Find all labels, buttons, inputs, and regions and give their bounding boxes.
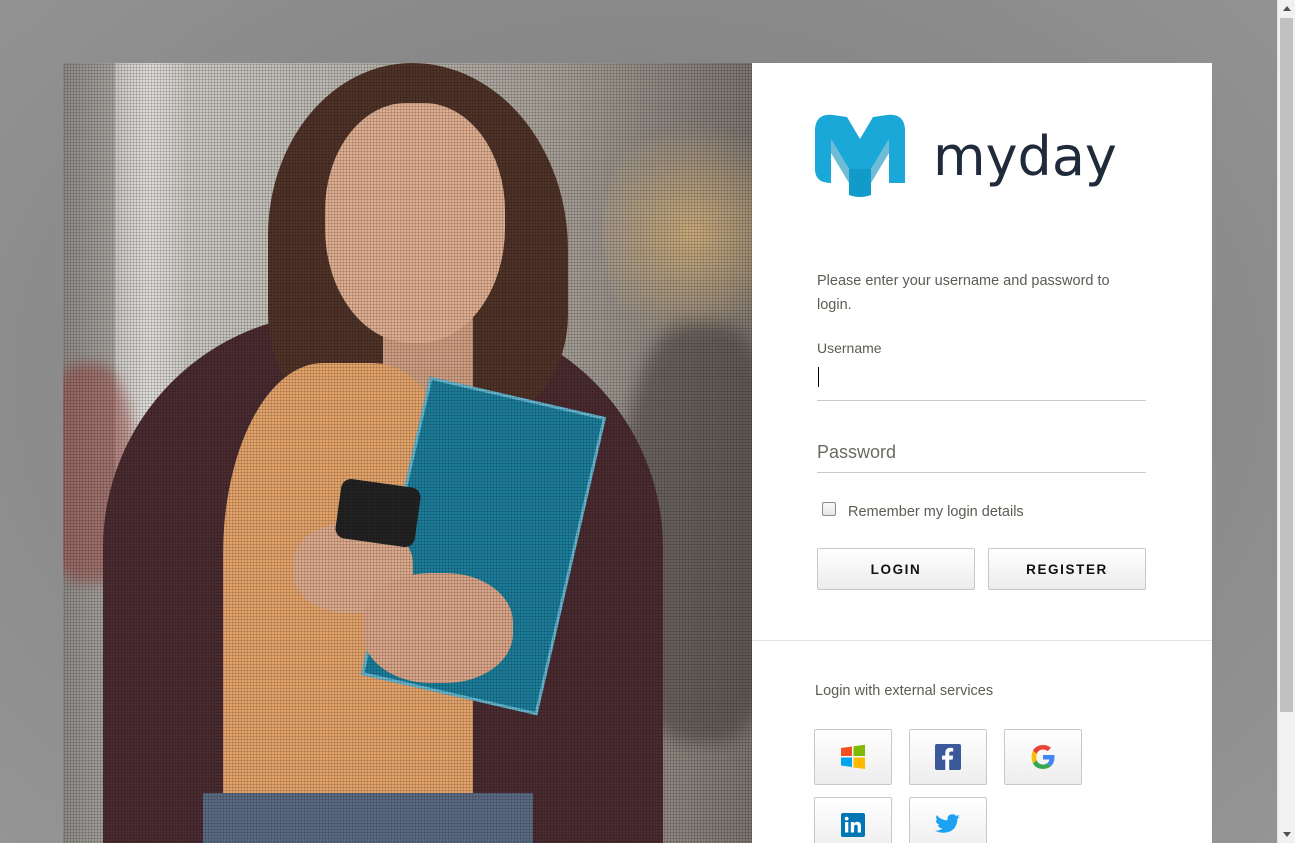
hero-image	[63, 63, 752, 843]
myday-m-mark-icon	[815, 114, 905, 197]
login-button[interactable]: LOGIN	[817, 548, 975, 590]
arrow-up-icon	[1282, 6, 1291, 11]
scroll-down-button[interactable]	[1278, 826, 1295, 843]
twitter-login-button[interactable]	[909, 797, 987, 843]
scroll-thumb[interactable]	[1280, 18, 1293, 712]
username-input[interactable]	[817, 361, 1146, 401]
myday-logo: myday	[815, 114, 1117, 197]
remember-me[interactable]: Remember my login details	[822, 501, 1024, 520]
remember-checkbox[interactable]	[822, 502, 836, 516]
linkedin-login-button[interactable]	[814, 797, 892, 843]
microsoft-login-button[interactable]	[814, 729, 892, 785]
text-cursor	[818, 367, 819, 387]
google-login-button[interactable]	[1004, 729, 1082, 785]
twitter-icon	[935, 814, 960, 833]
arrow-down-icon	[1282, 832, 1291, 837]
password-input[interactable]	[817, 433, 1146, 473]
register-button[interactable]: REGISTER	[988, 548, 1146, 590]
username-label: Username	[817, 340, 882, 356]
google-icon	[1031, 745, 1055, 769]
remember-label: Remember my login details	[848, 504, 1024, 520]
facebook-icon	[935, 744, 961, 770]
myday-wordmark: myday	[933, 125, 1117, 188]
dot-overlay	[63, 63, 752, 843]
external-services-label: Login with external services	[815, 683, 994, 699]
divider	[752, 640, 1212, 641]
login-instructions: Please enter your username and password …	[817, 273, 1110, 313]
windows-icon	[841, 744, 865, 769]
linkedin-icon	[841, 813, 865, 837]
scroll-up-button[interactable]	[1278, 0, 1295, 17]
login-panel: myday Please enter your username and pas…	[752, 63, 1212, 843]
page-scrollbar[interactable]	[1277, 0, 1295, 843]
facebook-login-button[interactable]	[909, 729, 987, 785]
